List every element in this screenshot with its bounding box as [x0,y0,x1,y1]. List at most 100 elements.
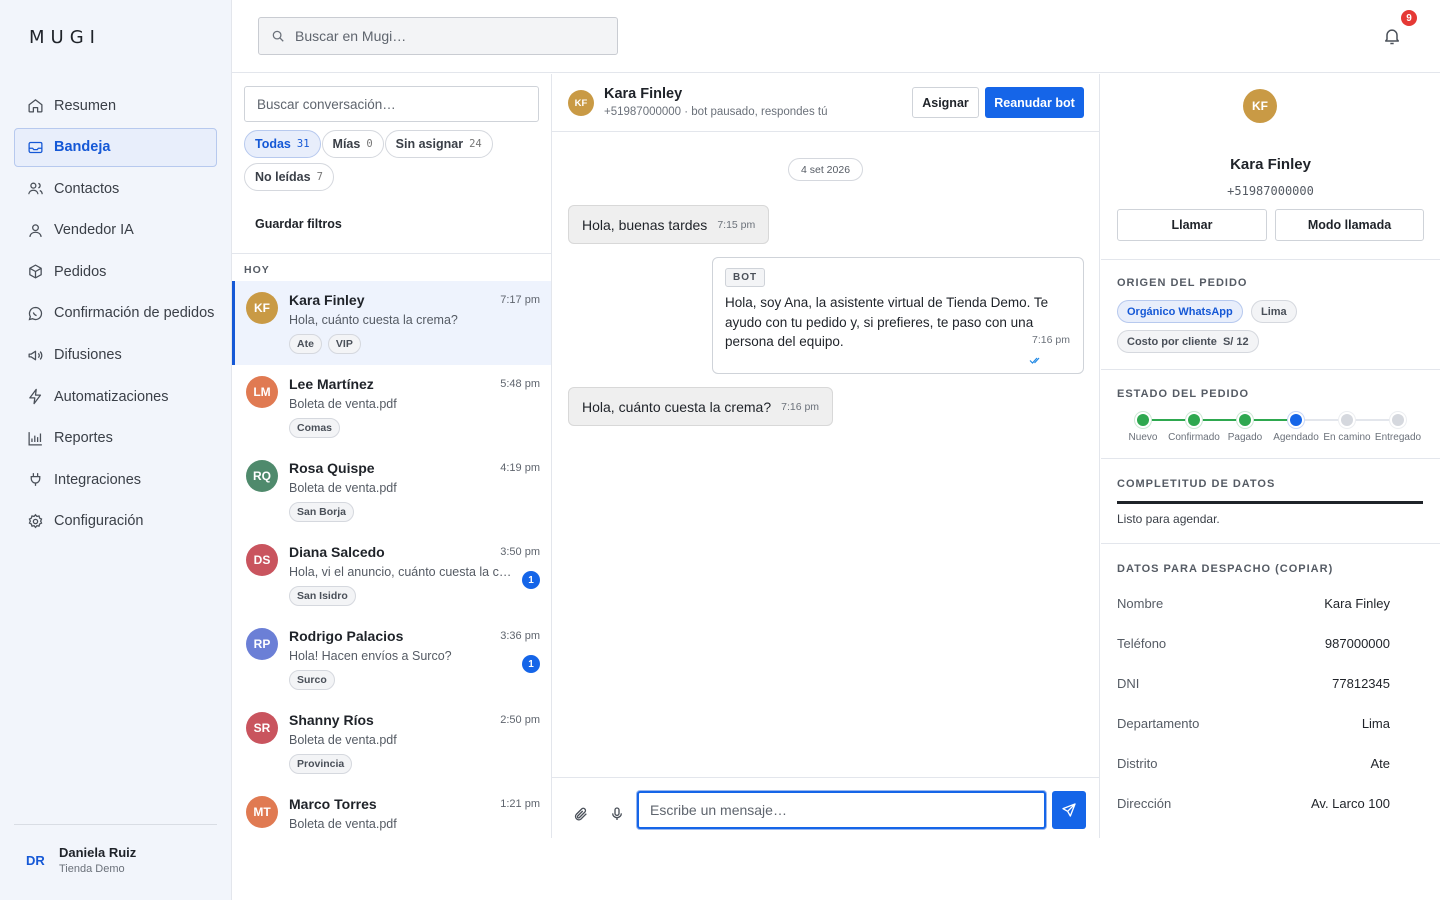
message-text: Hola, buenas tardes [582,216,708,233]
shipping-row[interactable]: Departamento Lima [1117,716,1390,734]
sidebar-item-label: Configuración [54,513,144,530]
conversation-name: Lee Martínez [289,376,374,392]
send-button[interactable] [1052,791,1086,829]
shipping-row[interactable]: Dirección Av. Larco 100 [1117,796,1390,814]
order-status-stepper: Nuevo Confirmado Pagado Agendado En camino En… [1117,412,1437,452]
call-mode-button[interactable]: Modo llamada [1275,209,1424,241]
lightning-icon [26,388,44,406]
filter-count: 31 [296,138,310,150]
conversation-item[interactable]: RQ Rosa Quispe 4:19 pm Boleta de venta.pdf S… [232,449,551,533]
filter-chip-mias[interactable]: Mías 0 [321,130,384,158]
conversation-time: 3:36 pm [500,630,540,642]
shipping-value: Av. Larco 100 [1310,796,1390,811]
assign-button[interactable]: Asignar [912,87,979,118]
filter-chips: Todas 31 Mías 0 Sin asignar 24 No leídas 7 [244,130,544,196]
sidebar-item-resumen[interactable]: Resumen [14,86,217,125]
order-status-title: ESTADO DEL PEDIDO [1117,388,1250,400]
status-step-connector [1296,419,1347,421]
sidebar-nav: Resumen Bandeja Contactos Vendedor IA Pe… [14,86,217,544]
sidebar-item-configuracion[interactable]: Configuración [14,502,217,541]
message-composer [552,777,1100,838]
status-step-label: Agendado [1273,432,1319,443]
shipping-label: Distrito [1117,756,1158,771]
global-search[interactable] [258,17,618,55]
call-button[interactable]: Llamar [1117,209,1267,241]
sidebar-item-vendedor-ia[interactable]: Vendedor IA [14,211,217,250]
conversation-item[interactable]: RP Rodrigo Palacios 3:36 pm Hola! Hacen env… [232,617,551,701]
megaphone-icon [26,346,44,364]
profile-phone: +51987000000 [1227,184,1314,198]
sidebar-item-contactos[interactable]: Contactos [14,169,217,208]
completeness-fill [1117,501,1423,504]
filter-chip-todas[interactable]: Todas 31 [244,130,321,158]
avatar: RP [246,628,278,660]
sidebar-item-reportes[interactable]: Reportes [14,419,217,458]
sidebar-item-integraciones[interactable]: Integraciones [14,460,217,499]
conversation-time: 5:48 pm [500,378,540,390]
global-search-input[interactable] [295,28,595,44]
conversation-tag: Provincia [289,754,353,774]
chat-contact-status: +51987000000 · bot pausado, respondes tú [604,106,828,118]
conversation-item[interactable]: DS Diana Salcedo 3:50 pm Hola, vi el anunci… [232,533,551,617]
conversation-item[interactable]: SR Shanny Ríos 2:50 pm Boleta de venta.pdf P… [232,701,551,785]
unread-badge: 1 [522,655,540,673]
conversation-time: 2:50 pm [500,714,540,726]
notifications-bell-icon[interactable] [1382,26,1402,46]
sidebar-item-automatizaciones[interactable]: Automatizaciones [14,377,217,416]
conversation-tag: Surco [289,670,335,690]
status-step-label: Nuevo [1128,432,1158,443]
sidebar-item-label: Vendedor IA [54,222,134,239]
avatar: RQ [246,460,278,492]
message-input[interactable] [637,791,1046,829]
sidebar-item-difusiones[interactable]: Difusiones [14,336,217,375]
shipping-row[interactable]: Distrito Ate [1117,756,1390,774]
resume-bot-button[interactable]: Reanudar bot [985,87,1084,118]
message-time: 7:16 pm [781,400,820,413]
conversation-time: 4:19 pm [500,462,540,474]
home-icon [26,97,44,115]
attach-icon[interactable] [573,806,589,822]
conversation-tags: Surco [289,670,335,690]
status-step-connector [1143,419,1194,421]
conversation-tag: Ate [289,334,322,354]
conversation-item[interactable]: MT Marco Torres 1:21 pm Boleta de venta.pdf [232,785,551,838]
conversation-tag: Comas [289,418,341,438]
order-origin-title: ORIGEN DEL PEDIDO [1117,277,1248,289]
filter-chip-no-leidas[interactable]: No leídas 7 [244,163,334,191]
conversation-tags: Ate VIP [289,334,361,354]
section-label-today: HOY [244,264,270,276]
conversation-items: KF Kara Finley 7:17 pm Hola, cuánto cuesta … [232,281,551,838]
save-filters-button[interactable]: Guardar filtros [255,217,342,231]
incoming-message: Hola, cuánto cuesta la crema? 7:16 pm [568,387,834,426]
contact-details-panel: KF Kara Finley +51987000000 Llamar Modo … [1101,74,1440,838]
microphone-icon[interactable] [609,806,625,822]
message-text: Hola, soy Ana, la asistente virtual de T… [725,295,1049,349]
shipping-row[interactable]: Teléfono 987000000 [1117,636,1390,654]
current-user[interactable]: DR Daniela Ruiz Tienda Demo [14,824,217,884]
sidebar-item-confirmacion[interactable]: Confirmación de pedidos [14,294,217,333]
sidebar: MUGI Resumen Bandeja Contactos Vendedor … [0,0,232,900]
shipping-label: Nombre [1117,596,1164,611]
message-text: Hola, cuánto cuesta la crema? [582,398,772,415]
sidebar-item-bandeja[interactable]: Bandeja [14,127,217,167]
conversation-time: 7:17 pm [500,294,540,306]
shipping-row[interactable]: Nombre Kara Finley [1117,596,1390,614]
shipping-row[interactable]: DNI 77812345 [1117,676,1390,694]
filter-chip-sin-asignar[interactable]: Sin asignar 24 [384,130,493,158]
sidebar-item-label: Pedidos [54,263,107,280]
filter-label: Todas [255,137,291,151]
avatar: MT [246,796,278,828]
cost-per-client-tag: Costo por cliente S/ 12 [1117,330,1259,353]
completeness-text: Listo para agendar. [1117,512,1220,526]
conversation-tag: San Isidro [289,586,356,606]
filter-count: 24 [469,138,482,150]
sidebar-item-pedidos[interactable]: Pedidos [14,252,217,291]
avatar: KF [246,292,278,324]
conversation-item[interactable]: LM Lee Martínez 5:48 pm Boleta de venta.pdf… [232,365,551,449]
conversation-search-input[interactable] [244,86,539,122]
divider [1101,259,1440,260]
avatar: KF [568,90,594,116]
conversation-time: 1:21 pm [500,798,540,810]
conversation-item[interactable]: KF Kara Finley 7:17 pm Hola, cuánto cuesta … [232,281,551,365]
status-step-dot [1290,414,1302,426]
